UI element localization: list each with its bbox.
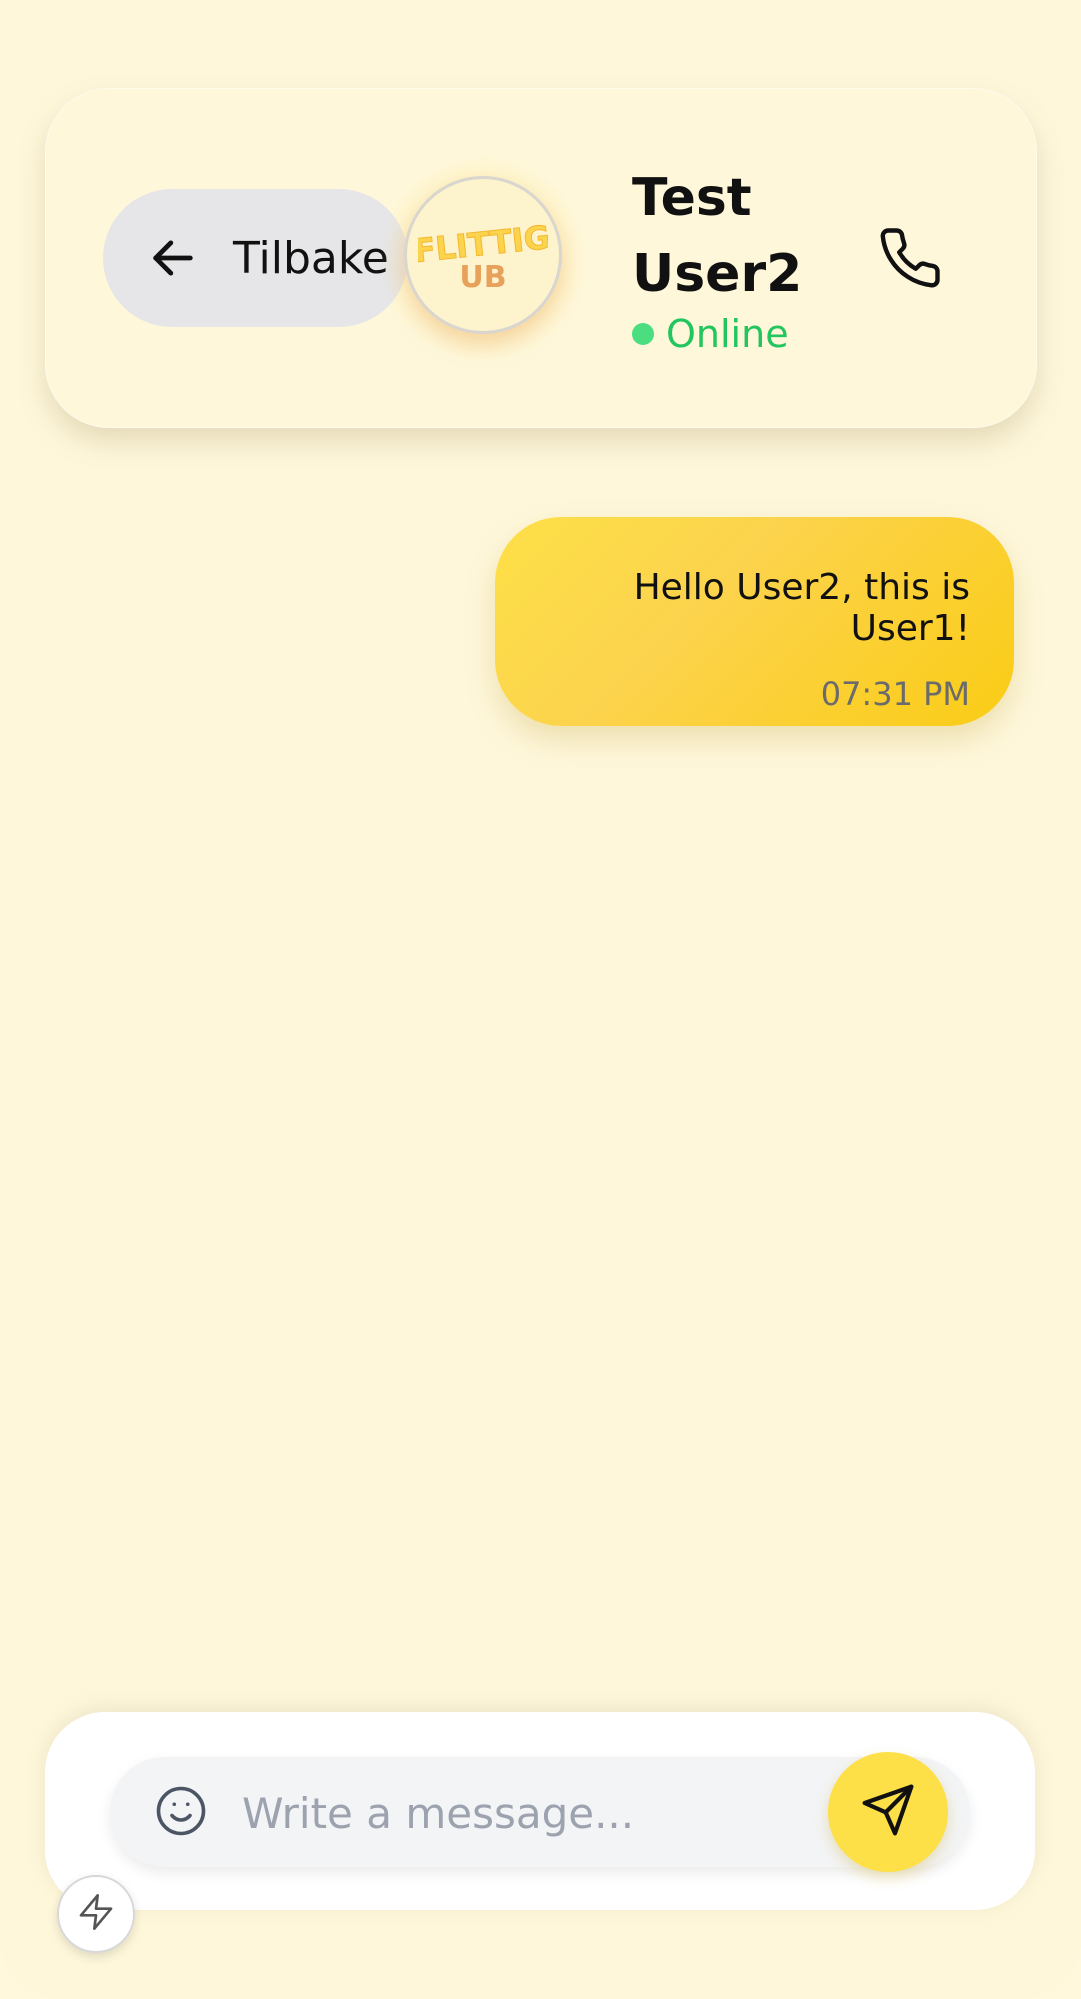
chat-screen: Tilbake FLITTIG UB Test User2 Online Hel… [0, 0, 1081, 1999]
emoji-button[interactable] [152, 1784, 210, 1842]
arrow-left-icon [145, 230, 201, 286]
message-text: Hello User2, this is User1! [633, 567, 970, 649]
back-button[interactable]: Tilbake [103, 189, 408, 327]
status-text: Online [666, 312, 789, 356]
status-indicator: Online [632, 312, 789, 356]
svg-text:UB: UB [459, 260, 506, 295]
smile-icon [154, 1784, 208, 1842]
message-bubble-outgoing[interactable]: Hello User2, this is User1! 07:31 PM [495, 517, 1014, 726]
avatar[interactable]: FLITTIG UB [404, 176, 562, 334]
online-dot-icon [632, 323, 654, 345]
contact-name: Test User2 [632, 168, 803, 304]
message-input[interactable] [240, 1770, 804, 1856]
send-icon [860, 1782, 916, 1842]
phone-icon [877, 225, 943, 295]
message-timestamp: 07:31 PM [820, 675, 970, 713]
flittig-ub-logo: FLITTIG UB [418, 218, 548, 295]
send-button[interactable] [828, 1752, 948, 1872]
call-button[interactable] [870, 220, 950, 300]
back-button-label: Tilbake [233, 232, 389, 284]
lightning-icon [76, 1892, 116, 1936]
quick-action-button[interactable] [57, 1875, 135, 1953]
